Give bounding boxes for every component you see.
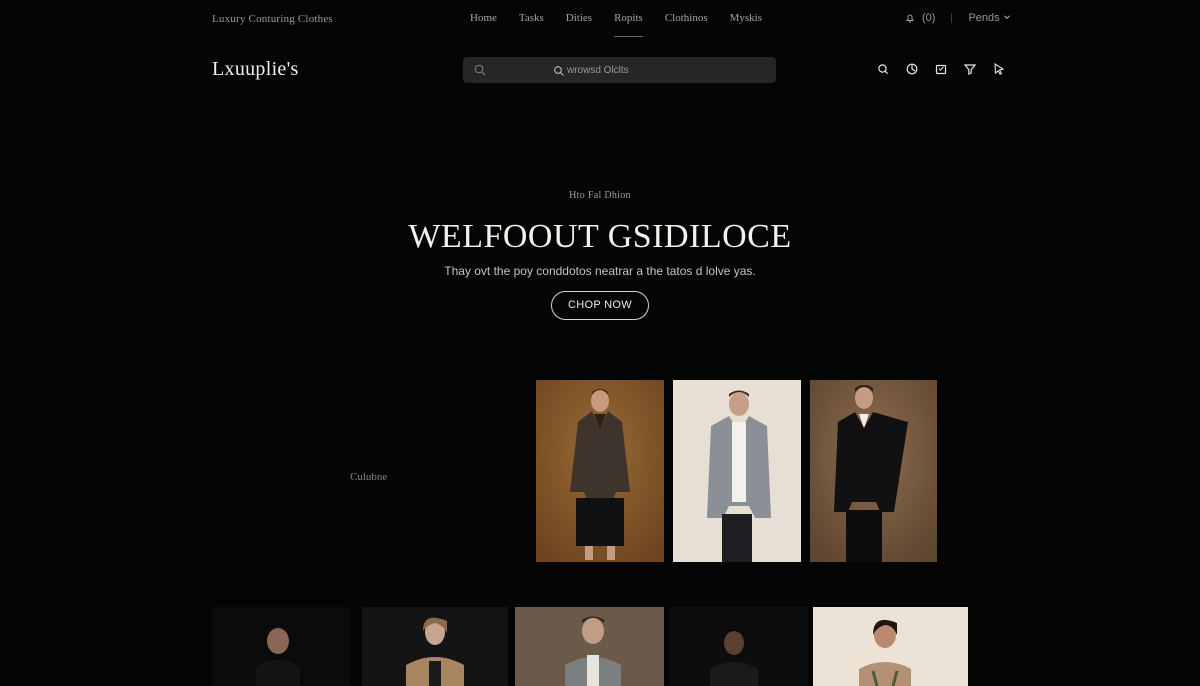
hero-eyebrow: Hto Fal Dhion xyxy=(569,190,631,201)
account-icon[interactable] xyxy=(905,62,919,76)
model-brown-overshirt-image xyxy=(536,380,664,562)
model-beige-coat-image xyxy=(362,607,508,686)
language-label: Pends xyxy=(968,12,1000,24)
search-input[interactable] xyxy=(567,57,767,83)
utility-links: (0) Pends xyxy=(904,12,1011,24)
page: Luxury Conturing Clothes Home Tasks Diti… xyxy=(0,0,1200,686)
bag-icon[interactable] xyxy=(934,62,948,76)
search-icon xyxy=(553,64,565,76)
shop-now-button[interactable]: CHOP NOW xyxy=(551,291,649,320)
nav-myskis[interactable]: Myskis xyxy=(730,12,762,37)
nav-home[interactable]: Home xyxy=(470,12,497,37)
nav-clothinos[interactable]: Clothinos xyxy=(665,12,708,37)
model-grey-blazer-image xyxy=(515,607,664,686)
product-card-beige-coat[interactable] xyxy=(362,607,508,686)
product-card-grey-jacket[interactable] xyxy=(673,380,801,562)
category-label: Culubne xyxy=(350,471,388,483)
model-grey-jacket-image xyxy=(673,380,801,562)
hero-section: Hto Fal Dhion WELFOOUT GSIDILOCE Thay ov… xyxy=(0,190,1200,320)
divider xyxy=(951,13,953,23)
nav-ropits[interactable]: Ropits xyxy=(614,12,643,37)
product-card-cream-portrait[interactable] xyxy=(813,607,968,686)
product-card-dark-portrait[interactable] xyxy=(670,607,808,686)
product-card-grey-blazer[interactable] xyxy=(515,607,664,686)
site-tagline: Luxury Conturing Clothes xyxy=(212,13,333,25)
model-dark-portrait-image xyxy=(670,607,808,686)
product-card-black-top[interactable] xyxy=(212,607,350,686)
model-cream-portrait-image xyxy=(813,607,968,686)
nav-tasks[interactable]: Tasks xyxy=(519,12,544,37)
header-actions xyxy=(876,62,1006,76)
language-selector[interactable]: Pends xyxy=(968,12,1010,24)
filter-icon[interactable] xyxy=(963,62,977,76)
model-black-top-image xyxy=(212,607,350,686)
brand-logo[interactable]: Lxuuplie's xyxy=(212,58,299,81)
hero-title: WELFOOUT GSIDILOCE xyxy=(408,218,792,255)
hero-subtitle: Thay ovt the poy conddotos neatrar a the… xyxy=(444,264,756,278)
cart-count[interactable]: (0) xyxy=(922,12,935,24)
top-utility-bar: Luxury Conturing Clothes Home Tasks Diti… xyxy=(0,0,1200,38)
cursor-icon[interactable] xyxy=(992,62,1006,76)
product-card-brown-overshirt[interactable] xyxy=(536,380,664,562)
search-icon[interactable] xyxy=(876,62,890,76)
chevron-down-icon xyxy=(1003,12,1011,24)
nav-dities[interactable]: Dities xyxy=(566,12,592,37)
search-scope-icon[interactable] xyxy=(473,63,487,77)
top-nav: Home Tasks Dities Ropits Clothinos Myski… xyxy=(470,12,762,37)
product-card-black-suit[interactable] xyxy=(810,380,937,562)
model-black-suit-image xyxy=(810,380,937,562)
search-bar[interactable] xyxy=(463,57,776,83)
main-header: Lxuuplie's xyxy=(0,50,1200,90)
bell-icon[interactable] xyxy=(904,12,916,24)
